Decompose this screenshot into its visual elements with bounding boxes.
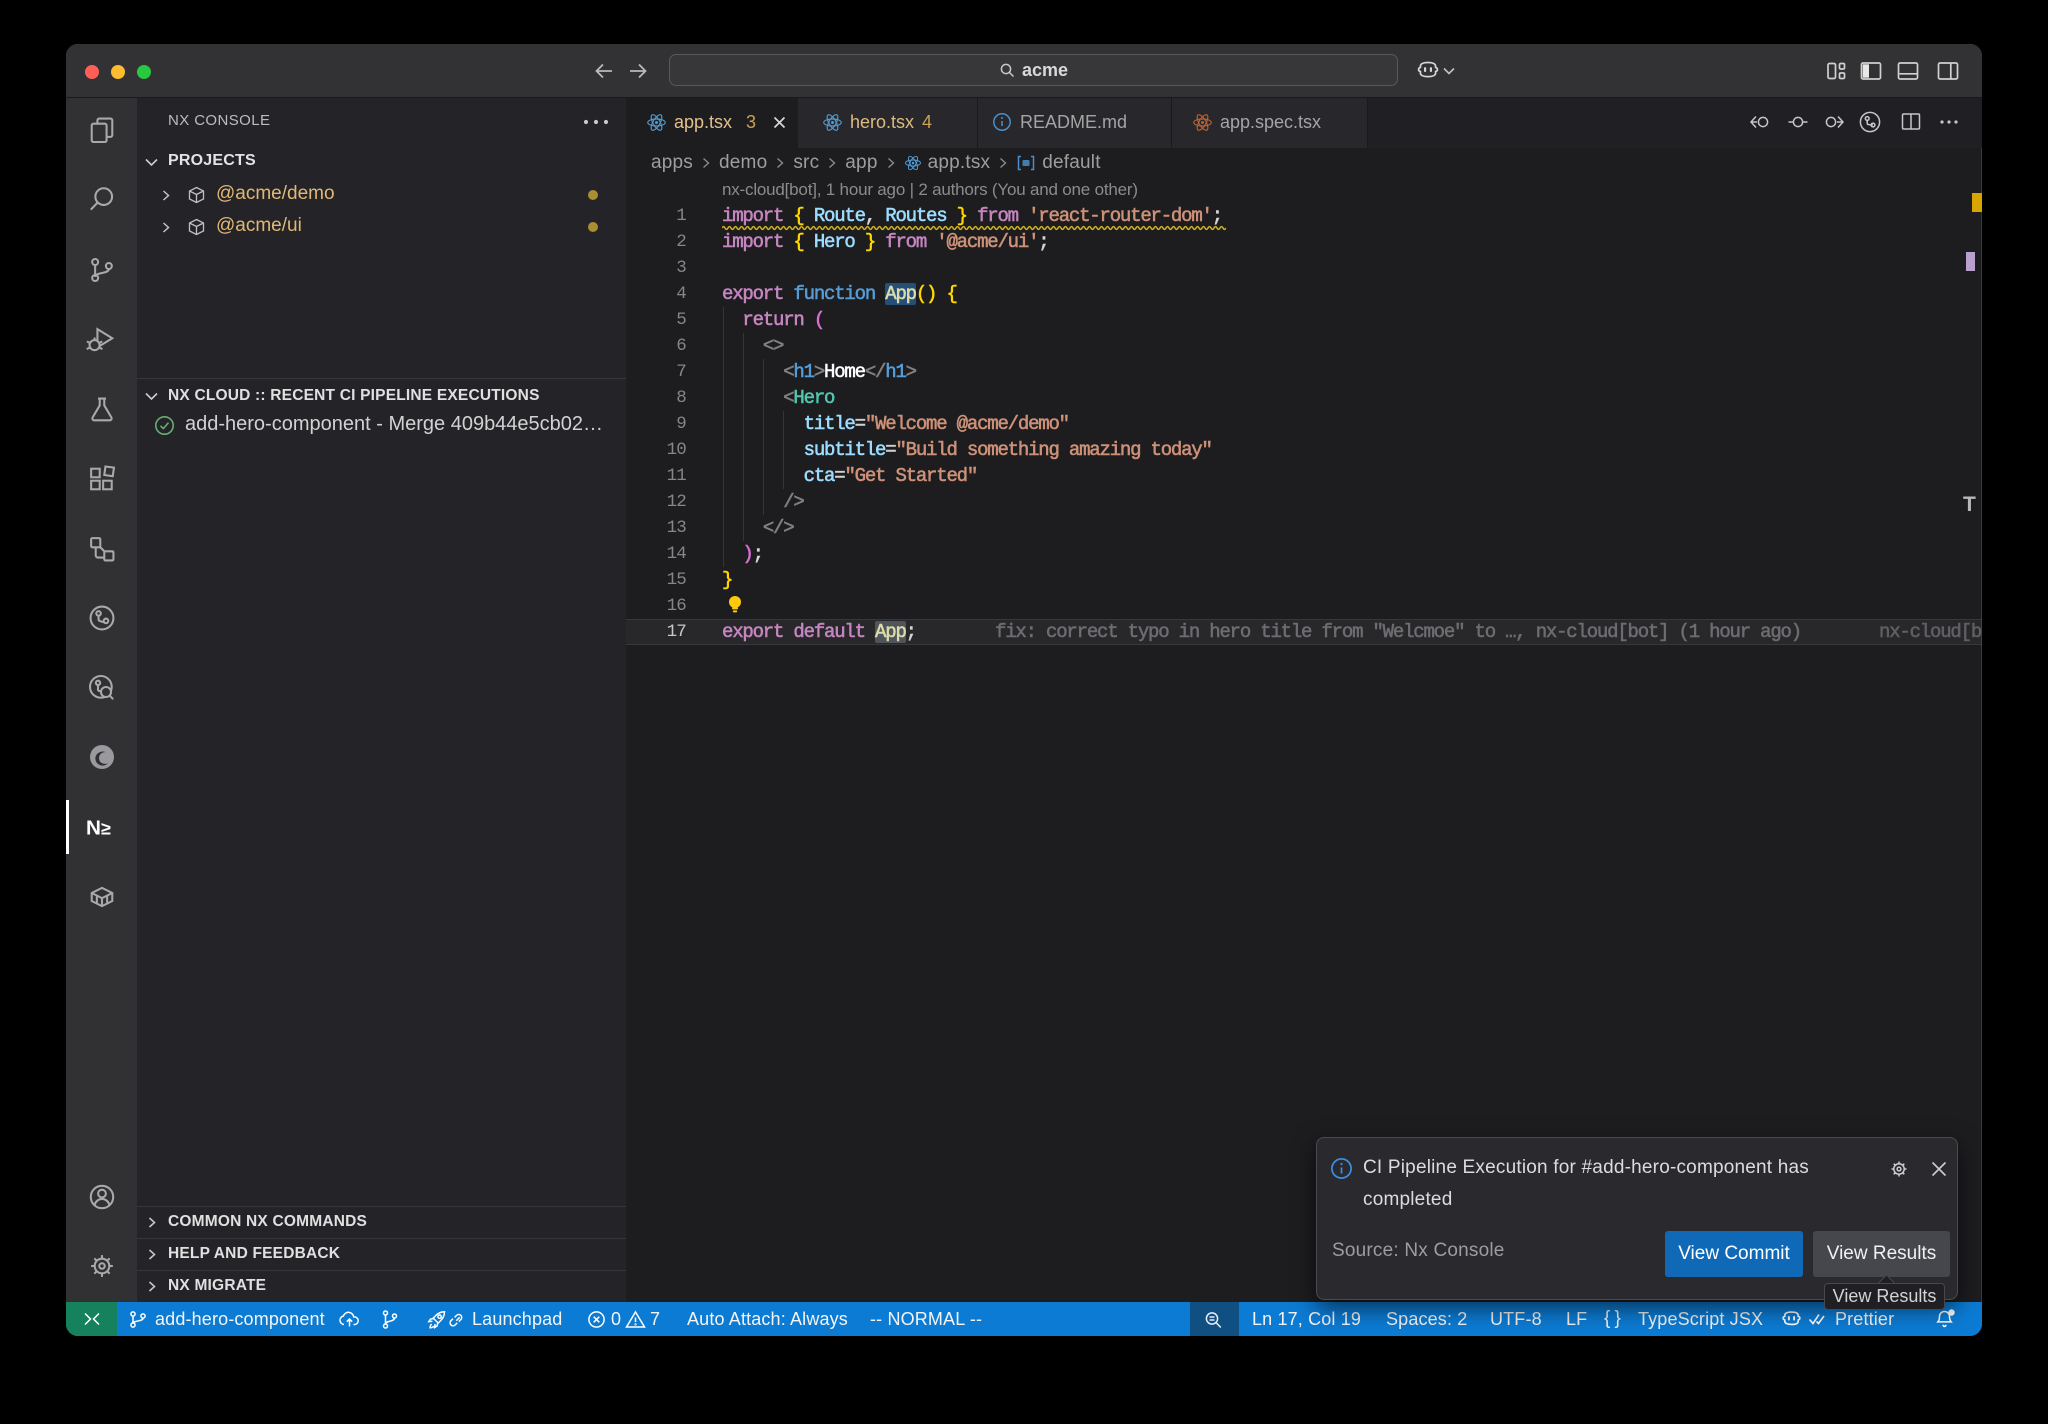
svg-text:N: N [86,817,101,840]
svg-text:≥: ≥ [101,819,111,839]
